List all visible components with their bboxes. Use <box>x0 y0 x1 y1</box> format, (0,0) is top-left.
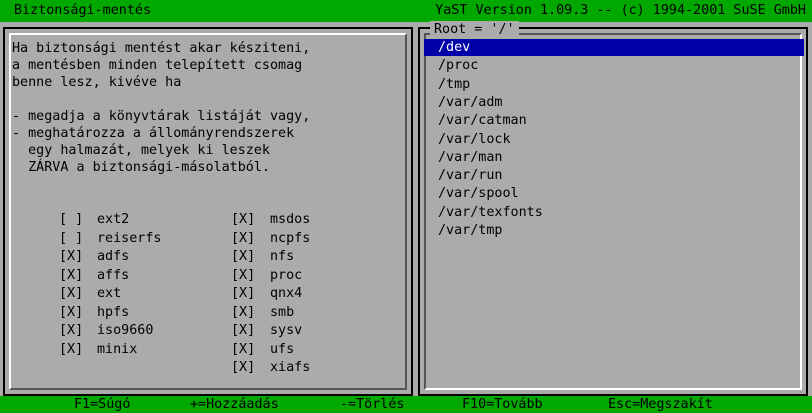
filesystem-name: iso9660 <box>97 323 154 338</box>
filesystem-name: ncpfs <box>270 230 311 246</box>
help-key[interactable]: F1=Súgó <box>74 396 130 413</box>
directory-item[interactable]: /var/run <box>438 167 503 184</box>
filesystem-checkbox[interactable]: [X] <box>231 267 255 284</box>
filesystem-checkbox[interactable]: [ ] <box>59 211 83 228</box>
add-key[interactable]: +=Hozzáadás <box>190 396 279 413</box>
description-line: egy halmazát, melyek ki leszek <box>12 143 270 158</box>
directory-item[interactable]: /var/texfonts <box>438 204 543 221</box>
description-line: Ha biztonsági mentést akar késziteni, <box>12 41 311 56</box>
filesystem-checkbox[interactable]: [X] <box>231 304 255 321</box>
description-line: - meghatározza a állományrendszerek <box>12 126 295 141</box>
filesystem-checkbox[interactable]: [X] <box>231 248 255 265</box>
description-line: benne lesz, kivéve ha <box>12 75 182 90</box>
filesystem-name: proc <box>270 267 303 283</box>
filesystem-checkbox[interactable]: [X] <box>231 211 255 228</box>
directory-item[interactable]: /proc <box>438 57 478 74</box>
filesystem-checkbox[interactable]: [X] <box>231 230 255 247</box>
description-line: a mentésben minden telepített csomag <box>12 58 303 73</box>
filesystem-name: sysv <box>270 323 303 338</box>
filesystem-checkbox[interactable]: [X] <box>231 322 255 339</box>
filesystem-checkbox[interactable]: [X] <box>59 248 83 265</box>
filesystem-name: affs <box>97 267 130 283</box>
filesystem-name: qnx4 <box>270 286 303 301</box>
filesystem-checkbox[interactable]: [ ] <box>59 230 83 247</box>
directory-item[interactable]: /var/lock <box>438 131 511 148</box>
filesystem-name: msdos <box>270 212 311 227</box>
directory-item[interactable]: /var/spool <box>438 185 519 202</box>
root-label: Root = '/' <box>430 21 519 38</box>
filesystem-checkbox[interactable]: [X] <box>59 267 83 284</box>
directory-item[interactable]: /var/man <box>438 149 503 166</box>
next-key[interactable]: F10=Tovább <box>462 396 543 413</box>
cancel-key[interactable]: Esc=Megszakít <box>608 396 713 413</box>
filesystem-name: reiserfs <box>97 230 162 246</box>
filesystem-name: hpfs <box>97 304 130 320</box>
status-bar: F1=Súgó +=Hozzáadás -=Törlés F10=Tovább … <box>0 396 812 413</box>
title-bar: Biztonsági-mentés YaST Version 1.09.3 --… <box>0 0 812 22</box>
filesystem-checkbox[interactable]: [X] <box>59 285 83 302</box>
filesystem-checkbox[interactable]: [X] <box>231 285 255 302</box>
filesystem-checkbox[interactable]: [X] <box>59 341 83 358</box>
directory-item[interactable]: /var/tmp <box>438 222 503 239</box>
directory-item[interactable]: /tmp <box>438 76 470 93</box>
window-title: Biztonsági-mentés <box>14 3 152 18</box>
filesystem-name: ufs <box>270 341 295 357</box>
directory-item[interactable]: /var/adm <box>438 94 503 111</box>
delete-key[interactable]: -=Törlés <box>340 396 405 413</box>
filesystem-name: nfs <box>270 249 295 264</box>
filesystem-name: ext <box>97 286 122 301</box>
directory-item[interactable]: /var/catman <box>438 112 527 129</box>
filesystem-name: xiafs <box>270 360 311 375</box>
filesystem-checkbox[interactable]: [X] <box>231 359 255 376</box>
filesystem-name: adfs <box>97 249 130 264</box>
version-info: YaST Version 1.09.3 -- (c) 1994-2001 SuS… <box>435 3 806 18</box>
description-line: ZÁRVA a biztonsági-másolatból. <box>12 160 270 175</box>
filesystem-name: minix <box>97 341 138 357</box>
filesystem-checkbox[interactable]: [X] <box>59 322 83 339</box>
filesystem-checkbox[interactable]: [X] <box>231 341 255 358</box>
description-line: - megadja a könyvtárak listáját vagy, <box>12 109 311 124</box>
directory-item[interactable]: /dev <box>424 39 804 56</box>
filesystem-name: ext2 <box>97 212 130 227</box>
filesystem-checkbox[interactable]: [X] <box>59 304 83 321</box>
filesystem-name: smb <box>270 304 295 320</box>
